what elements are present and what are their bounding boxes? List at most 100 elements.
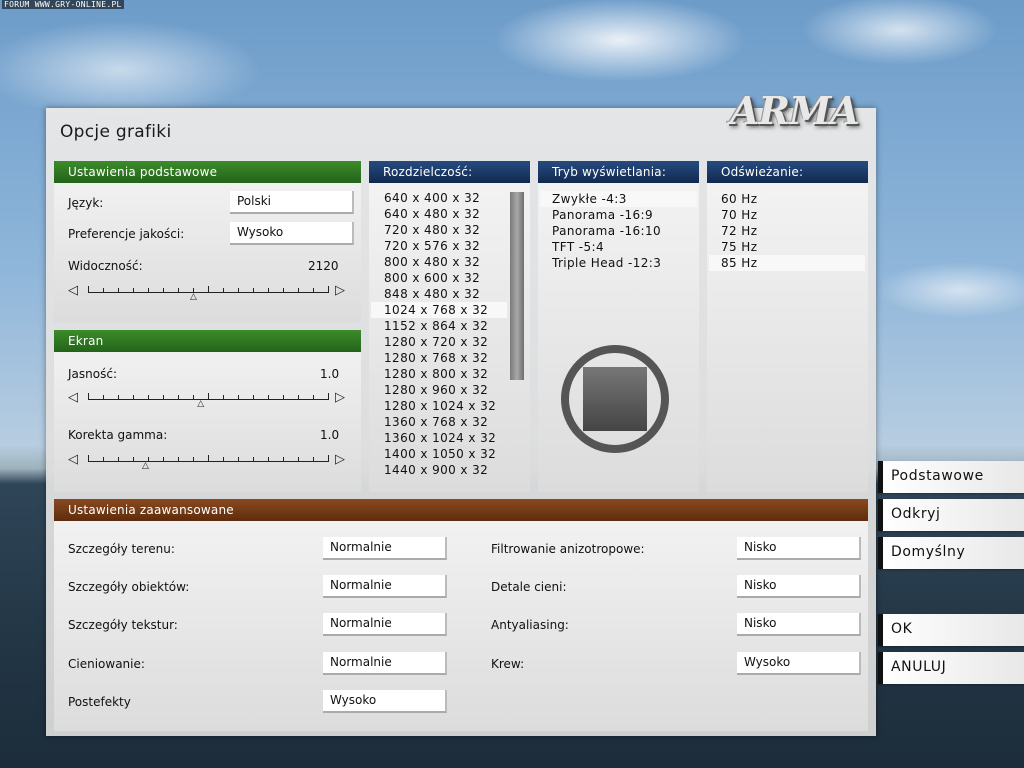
slider-right-arrow-icon[interactable]: ▷ — [335, 391, 345, 405]
slider-tick — [313, 457, 314, 462]
display-mode-item[interactable]: Triple Head -12:3 — [540, 255, 697, 271]
default-button[interactable]: Domyślny — [878, 537, 1024, 569]
slider-thumb[interactable]: △ — [142, 462, 149, 471]
slider-tick — [268, 288, 269, 293]
slider-tick — [163, 457, 164, 462]
slider-tick — [268, 395, 269, 400]
resolution-item[interactable]: 1024 x 768 x 32 — [371, 302, 507, 318]
slider-tick — [313, 288, 314, 293]
resolution-item[interactable]: 720 x 576 x 32 — [371, 238, 507, 254]
refresh-rate-item[interactable]: 72 Hz — [709, 223, 865, 239]
resolution-item[interactable]: 1280 x 720 x 32 — [371, 334, 507, 350]
gamma-value: 1.0 — [320, 428, 340, 442]
resolution-item[interactable]: 800 x 600 x 32 — [371, 270, 507, 286]
brightness-label: Jasność: — [68, 367, 117, 381]
slider-right-arrow-icon[interactable]: ▷ — [335, 453, 345, 467]
resolution-item[interactable]: 1280 x 800 x 32 — [371, 366, 507, 382]
language-select[interactable]: Polski — [230, 191, 354, 214]
visibility-slider[interactable]: ◁ ▷ △ — [68, 282, 348, 302]
slider-tick — [133, 395, 134, 400]
advanced-setting-select[interactable]: Nisko — [737, 575, 861, 598]
slider-tick — [313, 395, 314, 400]
basic-button[interactable]: Podstawowe — [878, 461, 1024, 493]
slider-tick — [283, 457, 284, 462]
advanced-setting-select[interactable]: Normalnie — [323, 652, 447, 675]
resolution-item[interactable]: 640 x 400 x 32 — [371, 190, 507, 206]
slider-tick — [268, 457, 269, 462]
slider-right-arrow-icon[interactable]: ▷ — [335, 284, 345, 298]
resolution-item[interactable]: 1400 x 1050 x 32 — [371, 446, 507, 462]
refresh-header: Odświeżanie: — [707, 161, 868, 183]
advanced-setting-select[interactable]: Wysoko — [323, 690, 447, 713]
slider-tick — [193, 395, 194, 400]
resolution-item[interactable]: 1360 x 1024 x 32 — [371, 430, 507, 446]
slider-tick — [178, 457, 179, 462]
refresh-rate-item[interactable]: 75 Hz — [709, 239, 865, 255]
advanced-setting-label: Szczegóły terenu: — [68, 542, 175, 556]
slider-tick — [88, 393, 89, 400]
resolution-item[interactable]: 720 x 480 x 32 — [371, 222, 507, 238]
quality-select[interactable]: Wysoko — [230, 222, 354, 245]
advanced-setting-select[interactable]: Normalnie — [323, 575, 447, 598]
slider-tick — [103, 457, 104, 462]
advanced-setting-label: Filtrowanie anizotropowe: — [491, 542, 645, 556]
slider-tick — [118, 288, 119, 293]
display-mode-item[interactable]: TFT -5:4 — [540, 239, 697, 255]
advanced-setting-select[interactable]: Nisko — [737, 537, 861, 560]
advanced-setting-label: Cieniowanie: — [68, 657, 145, 671]
resolution-scrollbar[interactable] — [510, 192, 524, 380]
slider-tick — [178, 288, 179, 293]
slider-tick — [163, 288, 164, 293]
resolution-item[interactable]: 848 x 480 x 32 — [371, 286, 507, 302]
display-mode-header: Tryb wyświetlania: — [538, 161, 699, 183]
slider-tick — [328, 286, 329, 293]
advanced-setting-select[interactable]: Normalnie — [323, 613, 447, 636]
resolution-item[interactable]: 1360 x 768 x 32 — [371, 414, 507, 430]
brightness-slider[interactable]: ◁ ▷ △ — [68, 389, 348, 409]
resolution-item[interactable]: 1280 x 768 x 32 — [371, 350, 507, 366]
slider-left-arrow-icon[interactable]: ◁ — [68, 284, 78, 298]
slider-tick — [208, 455, 209, 462]
cancel-button[interactable]: ANULUJ — [878, 652, 1024, 684]
advanced-setting-label: Krew: — [491, 657, 525, 671]
advanced-setting-label: Antyaliasing: — [491, 618, 569, 632]
resolution-item[interactable]: 800 x 480 x 32 — [371, 254, 507, 270]
resolution-item[interactable]: 1280 x 1024 x 32 — [371, 398, 507, 414]
resolution-item[interactable]: 1440 x 900 x 32 — [371, 462, 507, 478]
refresh-rate-item[interactable]: 60 Hz — [709, 191, 865, 207]
refresh-rate-item[interactable]: 85 Hz — [709, 255, 865, 271]
slider-tick — [298, 395, 299, 400]
watermark: FORUM WWW.GRY-ONLINE.PL — [2, 0, 124, 9]
advanced-setting-select[interactable]: Nisko — [737, 613, 861, 636]
resolution-item[interactable]: 1152 x 864 x 32 — [371, 318, 507, 334]
slider-tick — [148, 288, 149, 293]
slider-tick — [238, 288, 239, 293]
discover-button[interactable]: Odkryj — [878, 499, 1024, 531]
advanced-setting-select[interactable]: Wysoko — [737, 652, 861, 675]
resolution-item[interactable]: 640 x 480 x 32 — [371, 206, 507, 222]
slider-tick — [238, 395, 239, 400]
slider-left-arrow-icon[interactable]: ◁ — [68, 453, 78, 467]
advanced-setting-select[interactable]: Normalnie — [323, 537, 447, 560]
quality-label: Preferencje jakości: — [68, 227, 185, 241]
slider-tick — [118, 395, 119, 400]
language-label: Język: — [68, 196, 104, 210]
slider-tick — [253, 288, 254, 293]
basic-settings-header: Ustawienia podstawowe — [54, 161, 361, 183]
slider-left-arrow-icon[interactable]: ◁ — [68, 391, 78, 405]
slider-tick — [328, 455, 329, 462]
slider-tick — [133, 457, 134, 462]
ok-button[interactable]: OK — [878, 614, 1024, 646]
display-mode-item[interactable]: Zwykłe -4:3 — [540, 191, 697, 207]
slider-thumb[interactable]: △ — [190, 293, 197, 302]
display-mode-item[interactable]: Panorama -16:9 — [540, 207, 697, 223]
slider-tick — [328, 393, 329, 400]
slider-tick — [88, 286, 89, 293]
slider-tick — [253, 457, 254, 462]
slider-thumb[interactable]: △ — [197, 400, 204, 409]
screen-settings-header: Ekran — [54, 330, 361, 352]
display-mode-item[interactable]: Panorama -16:10 — [540, 223, 697, 239]
refresh-rate-item[interactable]: 70 Hz — [709, 207, 865, 223]
resolution-item[interactable]: 1280 x 960 x 32 — [371, 382, 507, 398]
gamma-slider[interactable]: ◁ ▷ △ — [68, 451, 348, 471]
